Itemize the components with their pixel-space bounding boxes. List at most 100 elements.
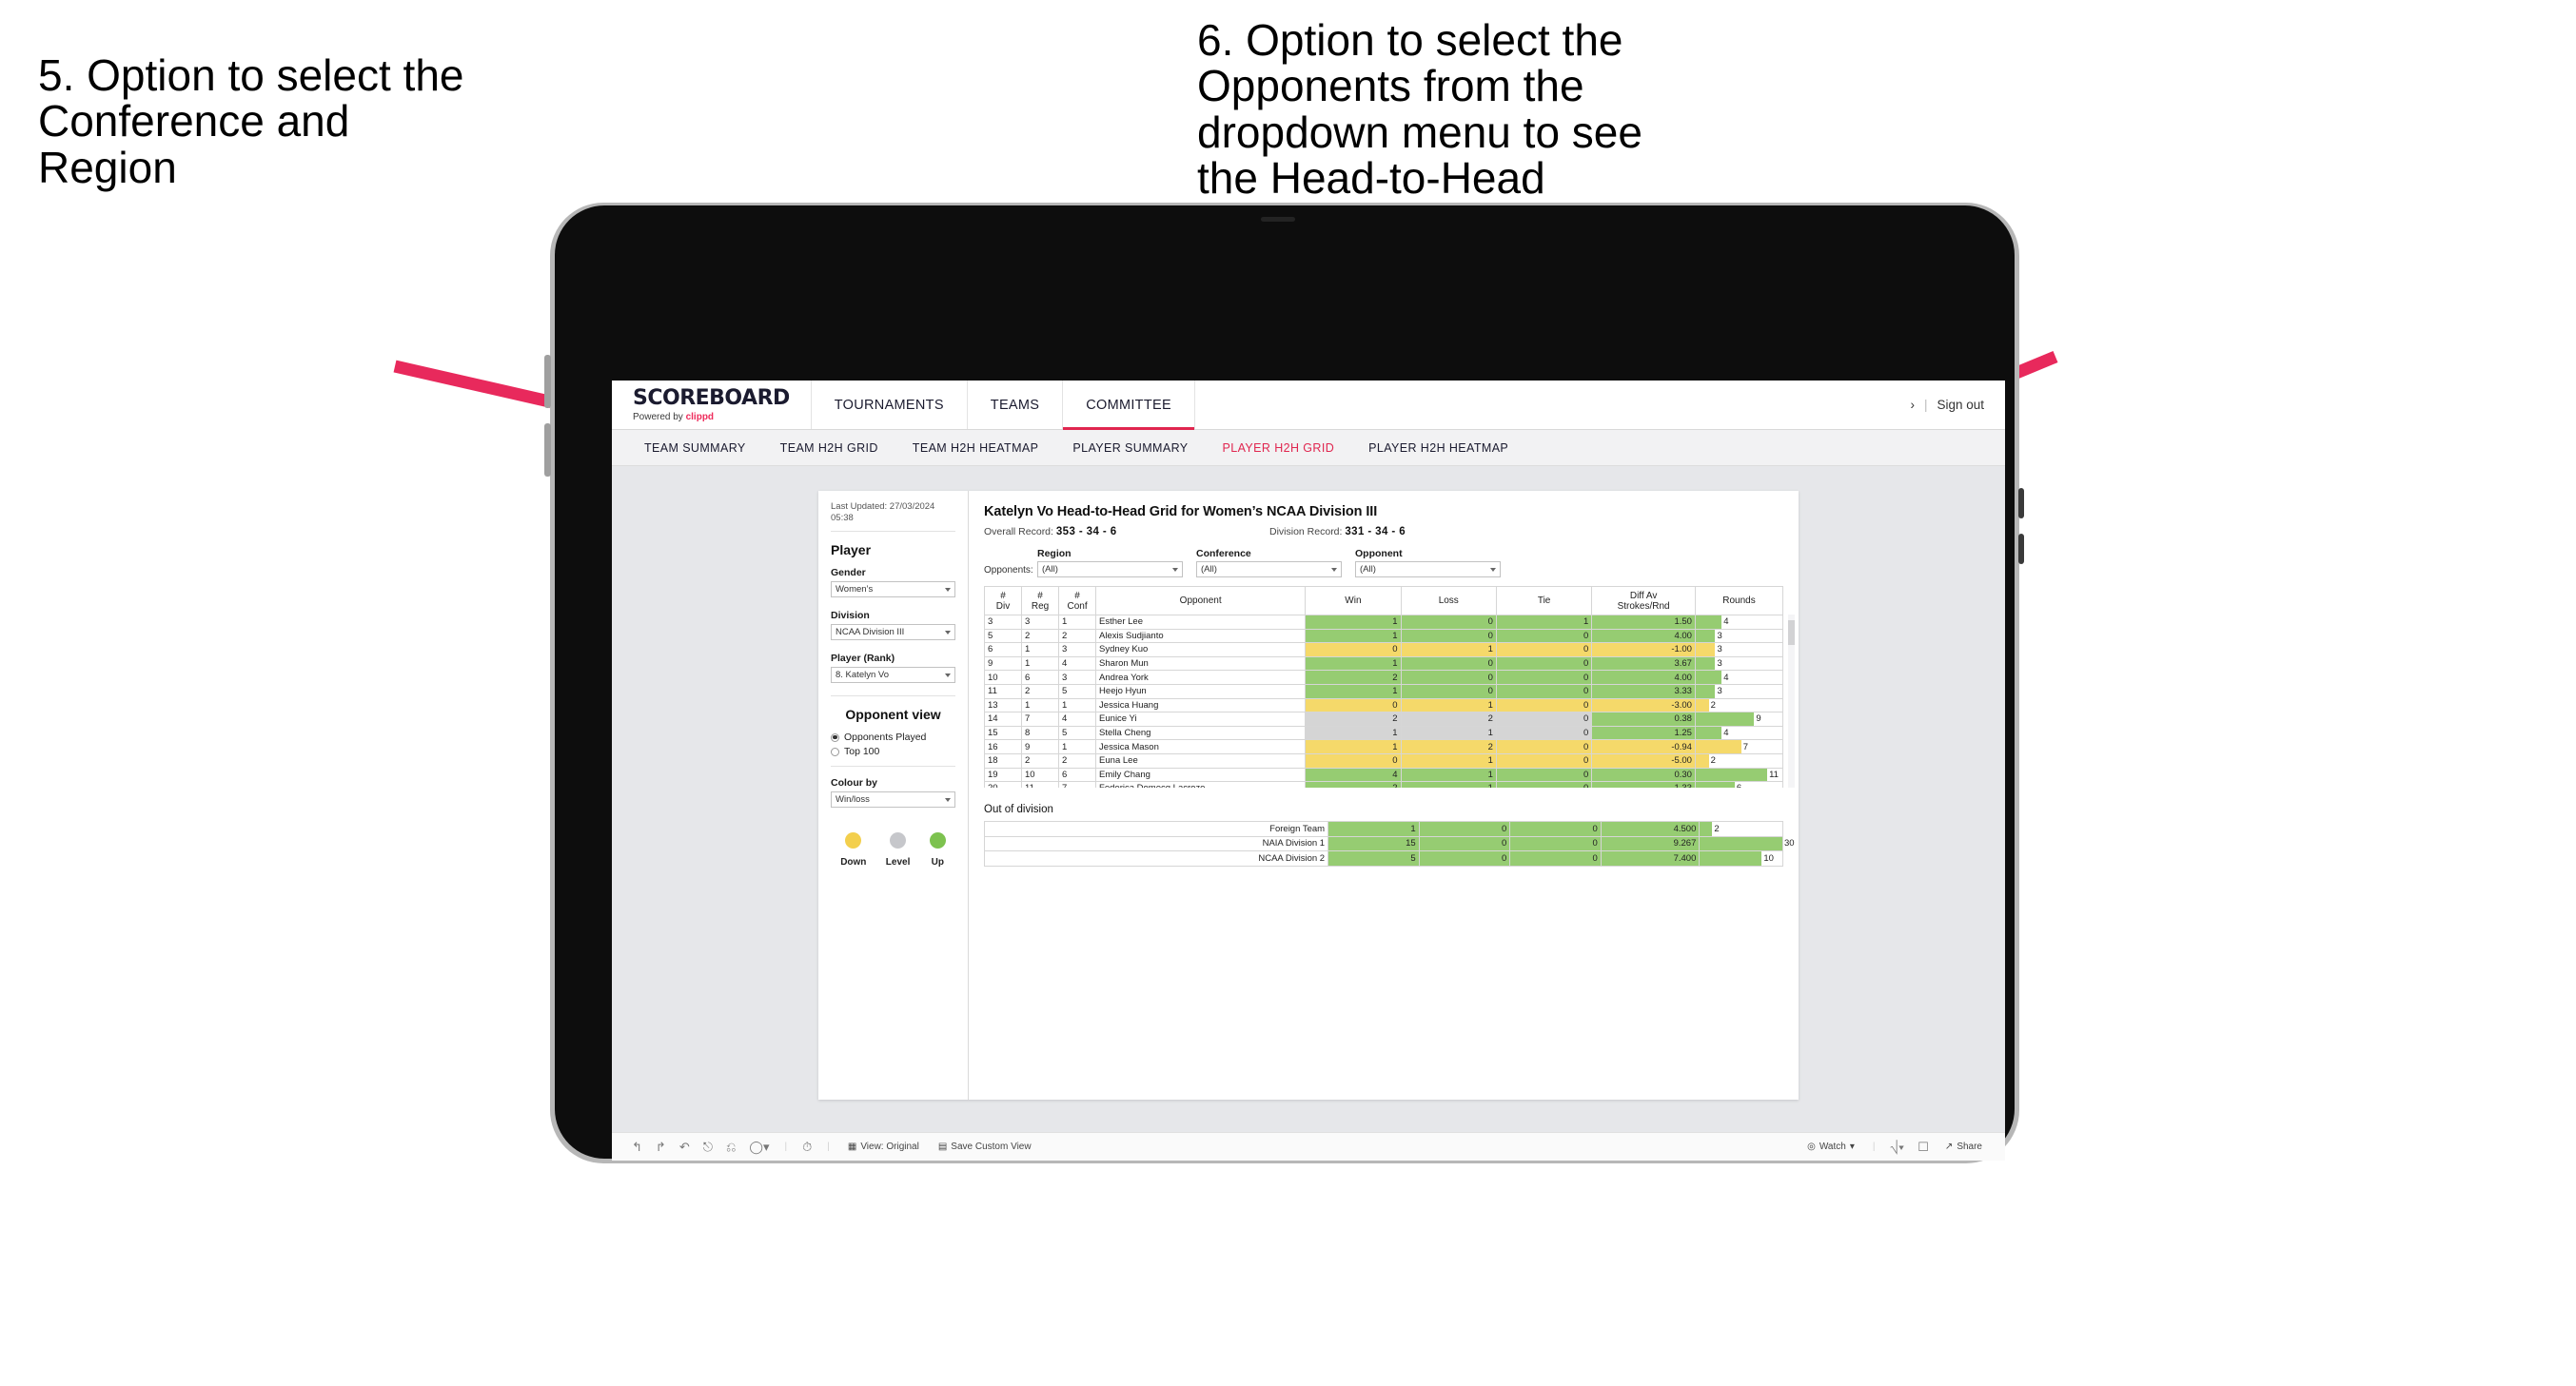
opponent-select[interactable]: (All) <box>1355 561 1501 577</box>
tab-player-h2h-heatmap[interactable]: PLAYER H2H HEATMAP <box>1351 441 1525 455</box>
conference-filter: Conference (All) <box>1196 548 1342 577</box>
legend-item: Level <box>886 832 910 868</box>
cell-conf: 7 <box>1058 781 1097 788</box>
table-row[interactable]: 3 3 1 Esther Lee 1 0 1 1.50 4 <box>984 615 1783 630</box>
cell-opponent: Andrea York <box>1095 670 1307 685</box>
division-select[interactable]: NCAA Division III <box>831 624 955 640</box>
colour-by-select[interactable]: Win/loss <box>831 791 955 808</box>
undo-icon[interactable]: ↰ <box>632 1141 642 1153</box>
view-original-button[interactable]: ▦ View: Original <box>848 1142 919 1152</box>
refresh-icon[interactable]: ⎋ <box>703 1141 713 1153</box>
table-row[interactable]: NCAA Division 2 5 0 0 7.400 10 <box>983 850 1783 867</box>
topnav-item-teams[interactable]: TEAMS <box>968 381 1064 429</box>
rounds-bar: 3 <box>1695 684 1782 698</box>
watch-button[interactable]: ◎ Watch ▾ <box>1807 1142 1855 1152</box>
table-row[interactable]: 20117Federica Domecq Lacroze2101.33 6 <box>984 781 1783 788</box>
radio-top-100[interactable]: Top 100 <box>831 746 955 757</box>
tab-player-h2h-grid[interactable]: PLAYER H2H GRID <box>1206 441 1352 455</box>
table-row[interactable]: 13 1 1 Jessica Huang 0 1 0 -3.00 2 <box>984 697 1783 713</box>
volume-down-button[interactable] <box>544 423 551 477</box>
vertical-scrollbar[interactable] <box>1788 615 1795 788</box>
rounds-bar-fill <box>1695 753 1709 768</box>
watch-label: Watch <box>1819 1142 1846 1152</box>
h2h-grid-scroll[interactable]: # Div # Reg # Conf Opponent Win Loss Tie Diff Av St… <box>984 586 1783 788</box>
pause-icon[interactable]: ⎌ <box>726 1141 736 1153</box>
cell-reg: 7 <box>1021 712 1060 727</box>
brand-logo[interactable]: SCOREBOARD Powered by clippd <box>612 381 812 429</box>
download-icon[interactable]: ⎷▾ <box>1890 1141 1904 1153</box>
cell-win: 1 <box>1305 725 1402 741</box>
gender-select[interactable]: Women’s <box>831 581 955 597</box>
chevron-down-icon <box>945 630 951 634</box>
table-row[interactable]: 6 1 3 Sydney Kuo 0 1 0 -1.00 3 <box>984 642 1783 657</box>
chevron-down-icon <box>945 797 951 802</box>
tab-team-summary[interactable]: TEAM SUMMARY <box>627 441 763 455</box>
rounds-bar-label: 7 <box>1742 741 1749 752</box>
chevron-right-icon[interactable]: › <box>1910 398 1915 412</box>
divider: | <box>1923 398 1928 412</box>
rounds-bar: 2 <box>1700 822 1782 836</box>
column-header[interactable]: # Conf <box>1058 586 1097 615</box>
table-row[interactable]: 10 6 3 Andrea York 2 0 0 4.00 4 <box>984 670 1783 685</box>
column-header[interactable]: # Reg <box>1021 586 1060 615</box>
region-select[interactable]: (All) <box>1037 561 1183 577</box>
sign-out-link[interactable]: Sign out <box>1937 398 1984 412</box>
cell-rounds: 2 <box>1694 752 1783 769</box>
cell-rounds: 9 <box>1694 712 1783 727</box>
table-row[interactable]: 18 2 2 Euna Lee 0 1 0 -5.00 2 <box>984 752 1783 769</box>
rounds-bar-label: 11 <box>1769 769 1779 780</box>
scrollbar-thumb[interactable] <box>1788 620 1795 645</box>
colour-by-label: Colour by <box>831 777 877 789</box>
radio-opponents-played[interactable]: Opponents Played <box>831 732 955 743</box>
right-side-button-2[interactable] <box>2018 534 2024 564</box>
cell-rounds: 2 <box>1699 821 1783 837</box>
tab-player-summary[interactable]: PLAYER SUMMARY <box>1055 441 1205 455</box>
tab-team-h2h-grid[interactable]: TEAM H2H GRID <box>763 441 895 455</box>
cell-diff: 1.25 <box>1591 725 1696 741</box>
rounds-bar-label: 2 <box>1714 823 1720 834</box>
column-header[interactable]: Tie <box>1495 586 1593 615</box>
revert-icon[interactable]: ↶ <box>679 1141 690 1153</box>
filter-dropdown-icon[interactable]: ◯▾ <box>749 1141 769 1153</box>
redo-icon[interactable]: ↱ <box>656 1141 666 1153</box>
conference-select[interactable]: (All) <box>1196 561 1342 577</box>
save-custom-view-button[interactable]: ▤ Save Custom View <box>938 1142 1032 1152</box>
cell-loss: 0 <box>1418 850 1511 867</box>
cell-rounds: 3 <box>1694 655 1783 672</box>
topnav-item-committee[interactable]: COMMITTEE <box>1063 381 1195 430</box>
table-row[interactable]: 15 8 5 Stella Cheng 1 1 0 1.25 4 <box>984 725 1783 741</box>
cell-loss: 2 <box>1400 739 1497 754</box>
volume-up-button[interactable] <box>544 355 551 408</box>
cell-win: 2 <box>1305 712 1402 727</box>
column-header[interactable]: Diff Av Strokes/Rnd <box>1591 586 1696 615</box>
player-rank-value: 8. Katelyn Vo <box>836 670 889 680</box>
player-rank-field: Player (Rank) 8. Katelyn Vo <box>831 653 955 683</box>
table-row[interactable]: 11 2 5 Heejo Hyun 1 0 0 3.33 3 <box>984 683 1783 699</box>
clock-icon[interactable]: ⏱ <box>802 1141 812 1153</box>
column-header[interactable]: # Div <box>984 586 1023 615</box>
table-row[interactable]: NAIA Division 1 15 0 0 9.267 30 <box>983 835 1795 851</box>
table-row[interactable]: 5 2 2 Alexis Sudjianto 1 0 0 4.00 3 <box>984 628 1783 644</box>
table-row[interactable]: 9 1 4 Sharon Mun 1 0 0 3.67 3 <box>984 655 1783 672</box>
column-header[interactable]: Rounds <box>1694 586 1783 615</box>
rounds-bar-label: 30 <box>1784 838 1795 849</box>
topnav-item-tournaments[interactable]: TOURNAMENTS <box>812 381 968 429</box>
table-row[interactable]: 14 7 4 Eunice Yi 2 2 0 0.38 9 <box>984 712 1783 727</box>
table-row[interactable]: Foreign Team 1 0 0 4.500 2 <box>983 821 1783 837</box>
column-header[interactable]: Opponent <box>1095 586 1307 615</box>
rounds-bar-fill <box>1695 684 1716 698</box>
share-button[interactable]: ↗ Share <box>1945 1142 1982 1152</box>
column-header[interactable]: Win <box>1305 586 1402 615</box>
table-row[interactable]: 19 10 6 Emily Chang 4 1 0 0.30 11 <box>984 767 1783 783</box>
out-of-division-table: Foreign Team 1 0 0 4.500 2 NAIA Division 1 15 0 0… <box>983 821 1795 867</box>
cell-win: 4 <box>1305 767 1402 783</box>
tab-team-h2h-heatmap[interactable]: TEAM H2H HEATMAP <box>895 441 1056 455</box>
column-header[interactable]: Loss <box>1400 586 1497 615</box>
player-rank-select[interactable]: 8. Katelyn Vo <box>831 667 955 683</box>
rounds-bar: 6 <box>1695 782 1782 788</box>
save-label: Save Custom View <box>951 1142 1032 1152</box>
fullscreen-icon[interactable]: ☐ <box>1917 1141 1929 1153</box>
cell-diff: 4.00 <box>1591 670 1696 685</box>
table-row[interactable]: 16 9 1 Jessica Mason 1 2 0 -0.94 7 <box>984 739 1783 754</box>
right-side-button-1[interactable] <box>2018 488 2024 518</box>
